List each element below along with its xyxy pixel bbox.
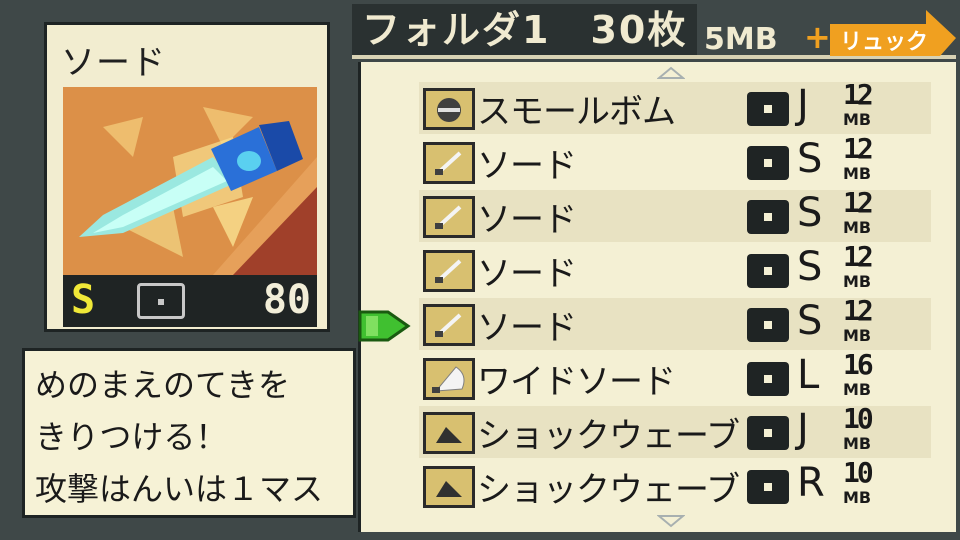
chip-list: スモールボム J 12 MB ソード S 12 MB ソード S 12 MB ソ… bbox=[358, 62, 956, 532]
chip-code: L bbox=[797, 352, 820, 398]
chip-mb-value: 16 bbox=[843, 348, 874, 381]
chip-mb-unit: MB bbox=[843, 110, 872, 129]
chip-code: J bbox=[797, 406, 809, 452]
chip-name: ソード bbox=[477, 200, 577, 240]
scroll-up-arrow-icon[interactable] bbox=[657, 66, 685, 80]
chip-mb-unit: MB bbox=[843, 272, 872, 291]
chip-mb-unit: MB bbox=[843, 434, 872, 453]
chip-power: 80 bbox=[262, 277, 311, 323]
chip-mb: 12 MB bbox=[839, 78, 899, 134]
sword-icon bbox=[423, 196, 475, 238]
chip-row-selected[interactable]: ソード S 12 MB bbox=[419, 294, 931, 350]
shockwave-icon bbox=[423, 412, 475, 454]
chip-mb-unit: MB bbox=[843, 164, 872, 183]
chip-description: めのまえのてきを きりつける！ 攻撃はんいは１マス bbox=[22, 348, 356, 518]
bomb-icon bbox=[423, 88, 475, 130]
normal-element-icon bbox=[747, 254, 789, 288]
normal-element-icon bbox=[747, 470, 789, 504]
chip-mb: 16 MB bbox=[839, 348, 899, 404]
chip-code: S bbox=[797, 298, 823, 344]
folder-title: フォルダ1 30枚 bbox=[352, 4, 698, 56]
description-line: きりつける！ bbox=[35, 418, 228, 456]
chip-row[interactable]: ショックウェーブ J 10 MB bbox=[419, 402, 931, 458]
chip-mb: 10 MB bbox=[839, 402, 899, 458]
chip-name: ワイドソード bbox=[477, 362, 676, 402]
folder-edit-screen: ソード S 80 めのまえのてきを きりつける！ 攻撃はんいは１マス フォルダ1… bbox=[0, 0, 960, 540]
plus-sign: + bbox=[804, 18, 831, 56]
chip-row[interactable]: ソード S 12 MB bbox=[419, 186, 931, 242]
chip-mb-value: 12 bbox=[843, 132, 874, 165]
chip-card: ソード S 80 bbox=[44, 22, 330, 332]
sword-icon bbox=[423, 250, 475, 292]
chip-mb-value: 12 bbox=[843, 294, 874, 327]
chip-name: ショックウェーブ bbox=[477, 470, 740, 510]
chip-card-name: ソード bbox=[61, 43, 166, 83]
normal-element-icon bbox=[747, 308, 789, 342]
selection-cursor-icon bbox=[358, 310, 411, 342]
chip-code: S bbox=[797, 244, 823, 290]
description-line: めのまえのてきを bbox=[35, 366, 291, 404]
chip-mb-value: 12 bbox=[843, 186, 874, 219]
chip-mb-unit: MB bbox=[843, 218, 872, 237]
chip-mb: 12 MB bbox=[839, 294, 899, 350]
chip-row[interactable]: ワイドソード L 16 MB bbox=[419, 348, 931, 404]
chip-mb-value: 10 bbox=[843, 402, 874, 435]
chip-row[interactable]: スモールボム J 12 MB bbox=[419, 78, 931, 134]
normal-element-icon bbox=[747, 146, 789, 180]
normal-element-icon bbox=[747, 200, 789, 234]
chip-code: S bbox=[797, 136, 823, 182]
chip-row[interactable]: ソード S 12 MB bbox=[419, 240, 931, 296]
chip-name: ソード bbox=[477, 308, 577, 348]
chip-mb: 12 MB bbox=[839, 132, 899, 188]
chip-name: スモールボム bbox=[477, 92, 676, 132]
chip-row[interactable]: ショックウェーブ R 10 MB bbox=[419, 456, 931, 512]
chip-stats-bar: S 80 bbox=[63, 275, 317, 327]
chip-row[interactable]: ソード S 12 MB bbox=[419, 132, 931, 188]
rucksack-tab[interactable]: リュック bbox=[830, 10, 956, 56]
chip-mb-value: 10 bbox=[843, 456, 874, 489]
chip-mb-value: 12 bbox=[843, 240, 874, 273]
chip-code: R bbox=[797, 460, 825, 506]
wide-sword-icon bbox=[423, 358, 475, 400]
rucksack-label: リュック bbox=[840, 30, 929, 55]
normal-element-icon bbox=[747, 92, 789, 126]
chip-art-sword bbox=[63, 87, 317, 275]
normal-element-icon bbox=[747, 362, 789, 396]
chip-name: ソード bbox=[477, 146, 577, 186]
chip-mb: 12 MB bbox=[839, 186, 899, 242]
shockwave-icon bbox=[423, 466, 475, 508]
chip-name: ショックウェーブ bbox=[477, 416, 740, 456]
description-line: 攻撃はんいは１マス bbox=[35, 470, 324, 508]
chip-name: ソード bbox=[477, 254, 577, 294]
chip-mb: 12 MB bbox=[839, 240, 899, 296]
chip-mb-unit: MB bbox=[843, 380, 872, 399]
chip-mb-unit: MB bbox=[843, 326, 872, 345]
sword-icon bbox=[423, 142, 475, 184]
sword-icon bbox=[423, 304, 475, 346]
chip-mb: 10 MB bbox=[839, 456, 899, 512]
scroll-down-arrow-icon[interactable] bbox=[657, 514, 685, 528]
chip-mb-value: 12 bbox=[843, 78, 874, 111]
mb-total: 5MB bbox=[704, 22, 778, 57]
chip-mb-unit: MB bbox=[843, 488, 872, 507]
chip-code: S bbox=[71, 277, 96, 323]
chip-code: J bbox=[797, 82, 809, 128]
chip-code: S bbox=[797, 190, 823, 236]
normal-element-icon bbox=[747, 416, 789, 450]
normal-element-icon bbox=[137, 283, 185, 319]
